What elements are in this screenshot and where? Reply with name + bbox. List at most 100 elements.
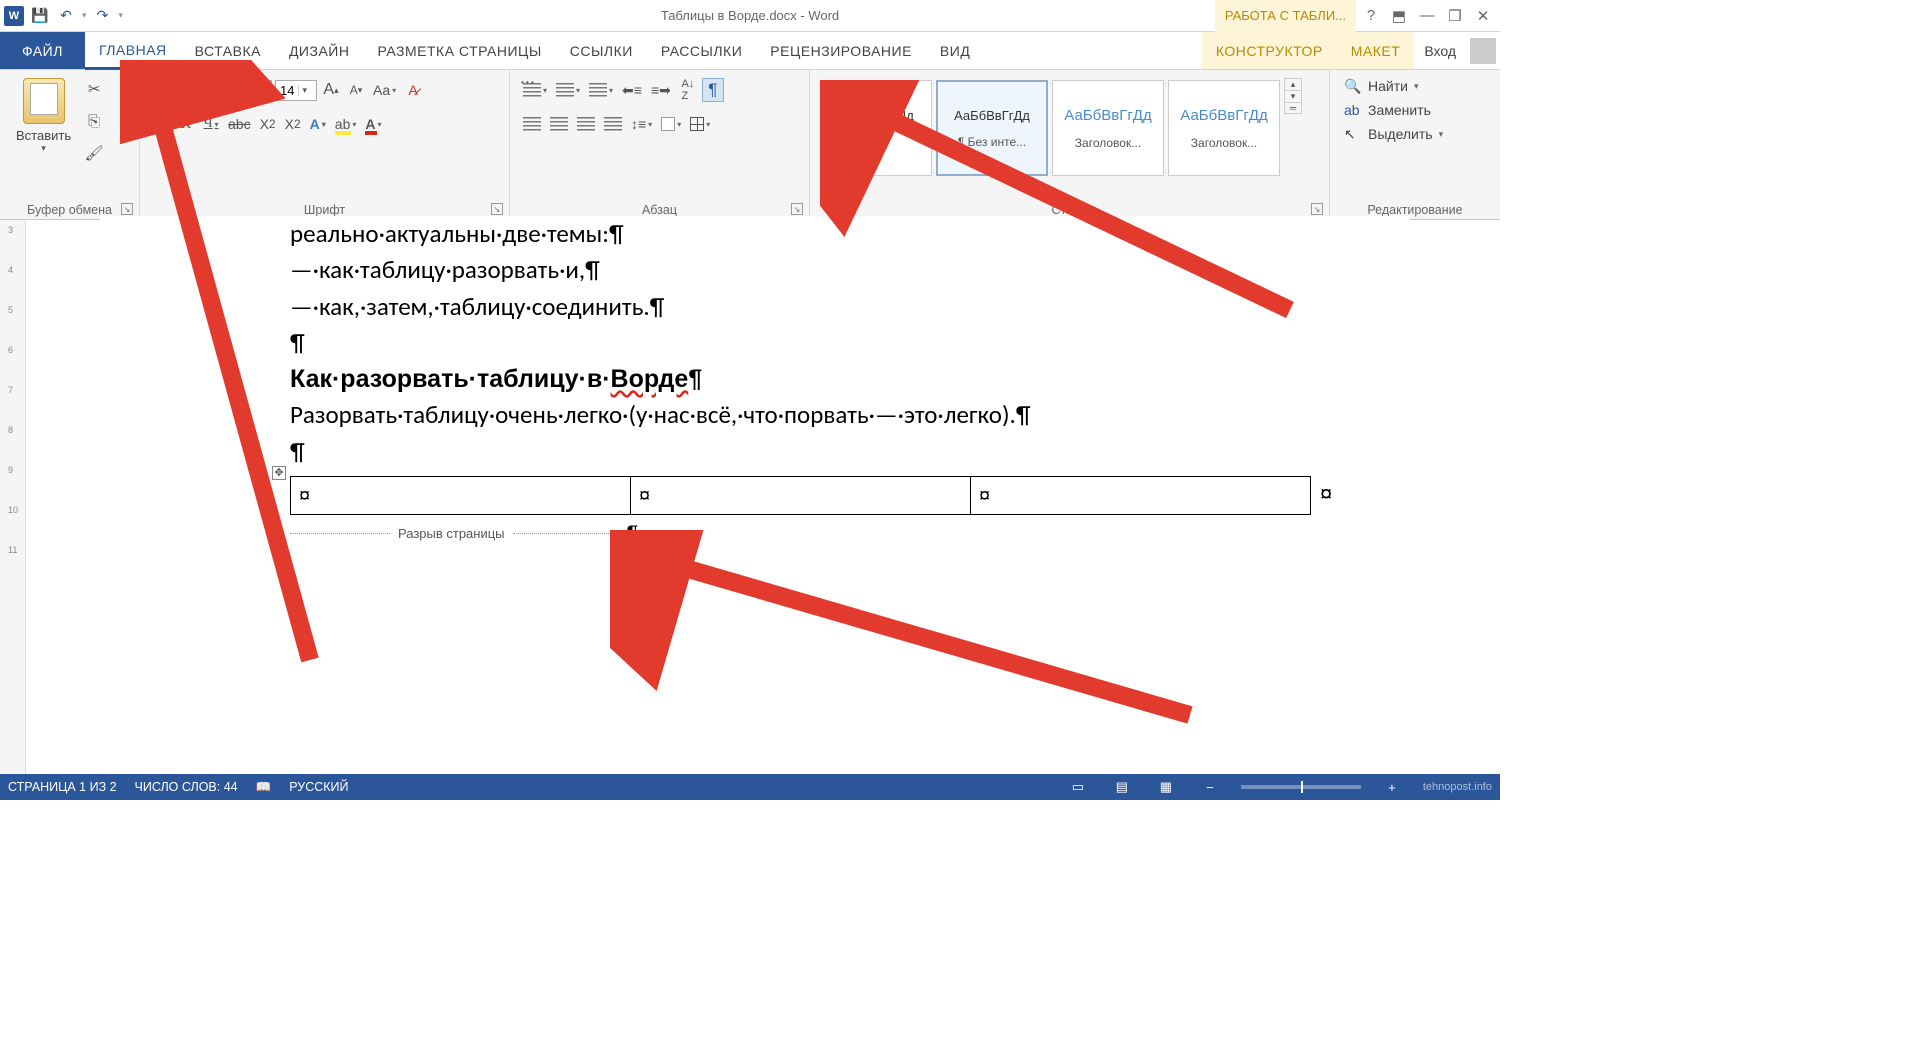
align-center-icon[interactable]: [547, 112, 571, 136]
tab-page-layout[interactable]: РАЗМЕТКА СТРАНИЦЫ: [363, 32, 555, 69]
font-name-combo[interactable]: Calibri (Осно▾: [150, 80, 272, 101]
sort-icon[interactable]: A↓Z: [677, 78, 699, 102]
subscript-icon[interactable]: X2: [257, 112, 279, 136]
zoom-out-icon[interactable]: −: [1197, 778, 1223, 796]
table-cell[interactable]: ¤: [971, 476, 1311, 514]
font-size-combo[interactable]: 14▾: [275, 80, 317, 101]
style-heading1[interactable]: АаБбВвГгДд Заголовок...: [1052, 80, 1164, 176]
font-color-icon[interactable]: A▾: [362, 112, 384, 136]
view-web-icon[interactable]: ▦: [1153, 778, 1179, 796]
redo-icon[interactable]: ↷: [93, 6, 113, 26]
tab-file[interactable]: ФАЙЛ: [0, 32, 85, 69]
align-right-icon[interactable]: [574, 112, 598, 136]
paste-button[interactable]: Вставить: [16, 128, 71, 143]
tab-table-design[interactable]: КОНСТРУКТОР: [1202, 32, 1337, 69]
close-icon[interactable]: ✕: [1470, 3, 1496, 29]
text-line[interactable]: реально·актуальны·две·темы:¶: [290, 216, 1410, 252]
borders-icon[interactable]: ▾: [687, 112, 713, 136]
styles-launcher-icon[interactable]: ↘: [1311, 203, 1323, 215]
text-line[interactable]: —·как,·затем,·таблицу·соединить.¶: [290, 289, 1410, 325]
tab-review[interactable]: РЕЦЕНЗИРОВАНИЕ: [756, 32, 926, 69]
strikethrough-icon[interactable]: abc: [225, 112, 254, 136]
font-launcher-icon[interactable]: ↘: [491, 203, 503, 215]
shading-icon[interactable]: ▾: [658, 112, 684, 136]
view-print-icon[interactable]: ▤: [1109, 778, 1135, 796]
zoom-in-icon[interactable]: +: [1379, 778, 1405, 796]
text-line[interactable]: —·как·таблицу·разорвать·и,¶: [290, 252, 1410, 288]
status-proofing-icon[interactable]: 📖: [256, 780, 272, 795]
style-heading2[interactable]: АаБбВвГгДд Заголовок...: [1168, 80, 1280, 176]
superscript-icon[interactable]: X2: [282, 112, 304, 136]
text-effects-icon[interactable]: A▾: [307, 112, 329, 136]
format-painter-icon[interactable]: 🖌: [83, 142, 105, 164]
view-read-icon[interactable]: ▭: [1065, 778, 1091, 796]
table-cell[interactable]: ¤: [631, 476, 971, 514]
chevron-down-icon[interactable]: ▾: [235, 85, 244, 96]
select-button[interactable]: ↖ Выделить ▾: [1344, 126, 1443, 142]
status-word-count[interactable]: ЧИСЛО СЛОВ: 44: [135, 780, 238, 794]
cell-end-mark: ¤: [979, 485, 990, 507]
help-icon[interactable]: ?: [1358, 3, 1384, 29]
cut-icon[interactable]: ✂: [83, 78, 105, 100]
text-line[interactable]: ¶: [290, 434, 1410, 470]
title-bar: W 💾 ↶ ▾ ↷ ▾ Таблицы в Ворде.docx - Word …: [0, 0, 1500, 32]
text-line-heading[interactable]: Как·разорвать·таблицу·в·Ворде¶: [290, 361, 1410, 397]
document-page[interactable]: реально·актуальны·две·темы:¶ —·как·табли…: [100, 216, 1410, 547]
paragraph-launcher-icon[interactable]: ↘: [791, 203, 803, 215]
word-table[interactable]: ¤ ¤ ¤: [290, 476, 1311, 515]
save-icon[interactable]: 💾: [30, 6, 50, 26]
underline-icon[interactable]: Ч▾: [200, 112, 222, 136]
clear-formatting-icon[interactable]: A̷: [402, 78, 424, 102]
show-hide-icon[interactable]: ¶: [702, 78, 724, 102]
restore-icon[interactable]: ❐: [1442, 3, 1468, 29]
page-break-pilcrow: ¶: [627, 521, 639, 547]
tab-insert[interactable]: ВСТАВКА: [181, 32, 275, 69]
tab-mailings[interactable]: РАССЫЛКИ: [647, 32, 756, 69]
paste-icon[interactable]: [23, 78, 65, 124]
gallery-down-icon[interactable]: ▾: [1285, 91, 1301, 103]
tab-design[interactable]: ДИЗАЙН: [275, 32, 364, 69]
decrease-indent-icon[interactable]: ⬅≡: [619, 78, 645, 102]
gallery-up-icon[interactable]: ▴: [1285, 79, 1301, 91]
minimize-icon[interactable]: —: [1414, 3, 1440, 29]
text-line[interactable]: Разорвать·таблицу·очень·легко·(у·нас·всё…: [290, 397, 1410, 433]
tab-view[interactable]: ВИД: [926, 32, 984, 69]
bold-icon[interactable]: Ж: [150, 112, 172, 136]
zoom-slider[interactable]: [1241, 785, 1361, 789]
copy-icon[interactable]: ⎘: [83, 110, 105, 132]
table-cell[interactable]: ¤: [291, 476, 631, 514]
numbering-icon[interactable]: ▾: [553, 78, 583, 102]
align-left-icon[interactable]: [520, 112, 544, 136]
style-no-spacing[interactable]: АаБбВвГгДд ¶ Без инте...: [936, 80, 1048, 176]
tab-home[interactable]: ГЛАВНАЯ: [85, 32, 181, 70]
bullets-icon[interactable]: ▾: [520, 78, 550, 102]
multilevel-list-icon[interactable]: ▾: [586, 78, 616, 102]
find-button[interactable]: 🔍 Найти ▾: [1344, 78, 1443, 94]
change-case-icon[interactable]: Aa▾: [370, 78, 399, 102]
tab-table-layout[interactable]: МАКЕТ: [1337, 32, 1415, 69]
status-language[interactable]: РУССКИЙ: [289, 780, 348, 794]
increase-indent-icon[interactable]: ≡➡: [648, 78, 674, 102]
qat-dropdown-icon[interactable]: ▾: [119, 10, 124, 21]
status-page[interactable]: СТРАНИЦА 1 ИЗ 2: [8, 780, 117, 794]
text-line[interactable]: ¶: [290, 325, 1410, 361]
undo-icon[interactable]: ↶: [56, 6, 76, 26]
replace-button[interactable]: ab Заменить: [1344, 102, 1443, 118]
user-avatar-icon[interactable]: [1470, 38, 1496, 64]
sign-in-link[interactable]: Вход: [1414, 32, 1466, 69]
document-area: 34567891011 реально·актуальны·две·темы:¶…: [0, 220, 1500, 774]
clipboard-launcher-icon[interactable]: ↘: [121, 203, 133, 215]
shrink-font-icon[interactable]: A▾: [345, 78, 367, 102]
line-spacing-icon[interactable]: ↕≡▾: [628, 112, 655, 136]
tab-references[interactable]: ССЫЛКИ: [556, 32, 647, 69]
chevron-down-icon[interactable]: ▾: [298, 85, 307, 96]
gallery-more-icon[interactable]: ═: [1285, 103, 1301, 113]
style-normal[interactable]: АаБбВвГгДд ный: [820, 80, 932, 176]
highlight-icon[interactable]: ab▾: [332, 112, 360, 136]
grow-font-icon[interactable]: A▴: [320, 78, 342, 102]
table-move-handle-icon[interactable]: ✥: [272, 466, 286, 480]
justify-icon[interactable]: [601, 112, 625, 136]
italic-icon[interactable]: К: [175, 112, 197, 136]
ribbon-display-icon[interactable]: ⬒: [1386, 3, 1412, 29]
table-row[interactable]: ¤ ¤ ¤: [291, 476, 1311, 514]
